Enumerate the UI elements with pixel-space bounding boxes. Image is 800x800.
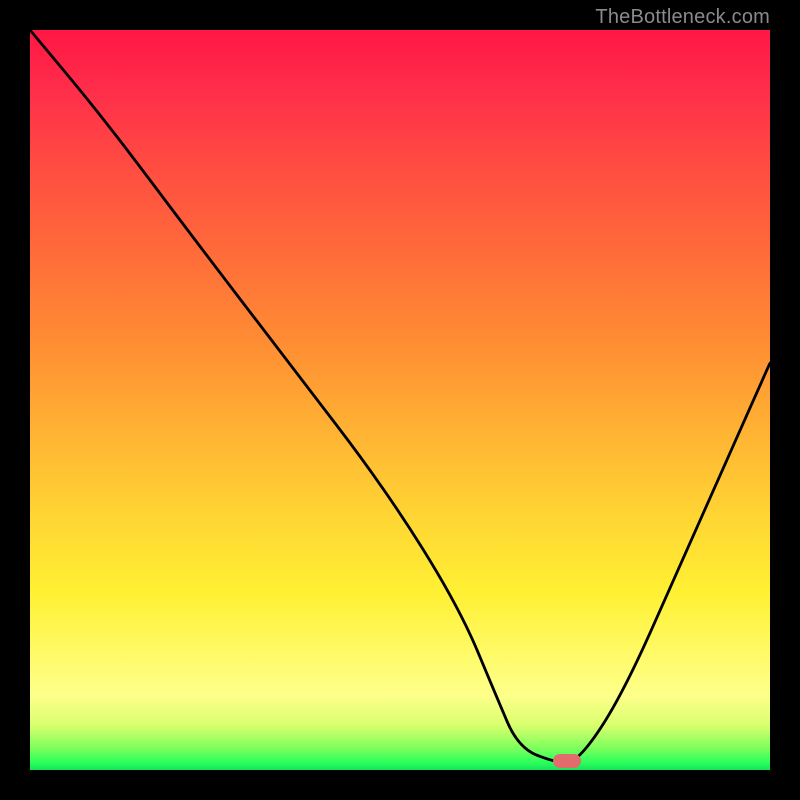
optimal-point-marker — [553, 754, 581, 768]
plot-gradient-background — [30, 30, 770, 770]
watermark-text: TheBottleneck.com — [595, 6, 770, 29]
chart-frame — [30, 30, 770, 770]
